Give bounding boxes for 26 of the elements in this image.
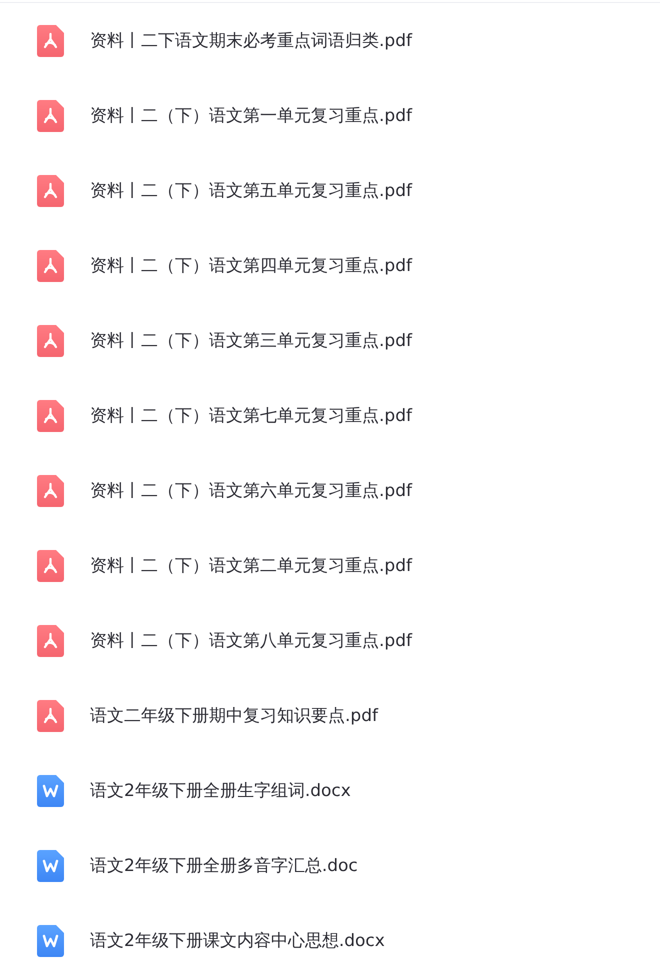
pdf-file-icon <box>37 324 64 356</box>
file-name[interactable]: 资料丨二（下）语文第六单元复习重点.pdf <box>90 479 412 502</box>
pdf-file-icon <box>37 174 64 206</box>
file-name[interactable]: 资料丨二（下）语文第七单元复习重点.pdf <box>90 404 412 427</box>
pdf-file-icon <box>37 250 64 282</box>
file-name[interactable]: 资料丨二（下）语文第八单元复习重点.pdf <box>90 629 412 652</box>
word-file-icon <box>37 924 64 956</box>
pdf-file-icon <box>37 474 64 506</box>
pdf-file-icon <box>37 550 64 582</box>
pdf-file-icon <box>37 400 64 432</box>
file-name[interactable]: 资料丨二（下）语文第一单元复习重点.pdf <box>90 104 412 127</box>
file-name[interactable]: 资料丨二（下）语文第五单元复习重点.pdf <box>90 179 412 202</box>
pdf-file-icon <box>37 624 64 656</box>
word-file-icon <box>37 774 64 806</box>
file-name[interactable]: 资料丨二（下）语文第二单元复习重点.pdf <box>90 554 412 577</box>
file-name[interactable]: 资料丨二（下）语文第三单元复习重点.pdf <box>90 329 412 352</box>
pdf-file-icon <box>37 100 64 132</box>
word-file-icon <box>37 850 64 882</box>
file-name[interactable]: 资料丨二（下）语文第四单元复习重点.pdf <box>90 254 412 277</box>
file-name[interactable]: 语文2年级下册课文内容中心思想.docx <box>90 929 385 952</box>
file-name[interactable]: 语文二年级下册期中复习知识要点.pdf <box>90 704 378 727</box>
file-name[interactable]: 资料丨二下语文期末必考重点词语归类.pdf <box>90 29 412 52</box>
file-name[interactable]: 语文2年级下册全册生字组词.docx <box>90 779 351 802</box>
pdf-file-icon <box>37 24 64 56</box>
pdf-file-icon <box>37 700 64 732</box>
file-name[interactable]: 语文2年级下册全册多音字汇总.doc <box>90 854 358 877</box>
